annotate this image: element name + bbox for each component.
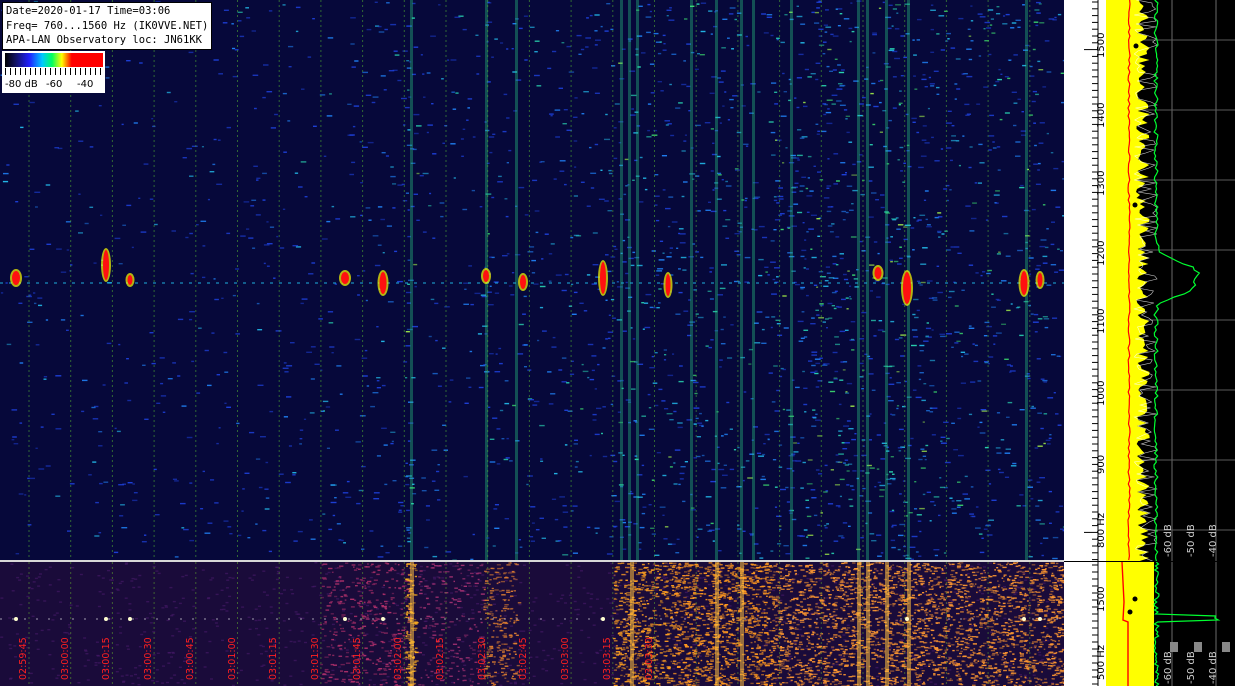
time-label: 03:03:00	[560, 637, 572, 680]
time-label: 03:01:45	[351, 637, 363, 680]
carrier-line	[515, 0, 518, 561]
spectrum-marker-low	[1132, 596, 1138, 602]
meteor-echo-low	[343, 617, 347, 621]
carrier-line-low	[740, 562, 744, 686]
carrier-line	[410, 0, 413, 561]
carrier-line-low	[410, 562, 414, 686]
carrier-line-low	[630, 562, 634, 686]
time-label: 03:02:45	[518, 637, 530, 680]
meteor-echo-low	[1038, 617, 1042, 621]
db-label-low: -40 dB	[1208, 651, 1219, 684]
waterfall-low-canvas	[0, 562, 1064, 686]
info-frequency: Freq= 760...1560 Hz (IK0VVE.NET)	[6, 19, 209, 32]
carrier-line	[857, 0, 860, 561]
carrier-line-low	[857, 562, 861, 686]
db-label-top: -60 dB	[1163, 524, 1174, 557]
meteor-echo	[600, 262, 606, 294]
db-label-top: -40 dB	[1208, 524, 1219, 557]
time-label: 03:02:00	[393, 637, 405, 680]
meteor-echo	[12, 271, 20, 285]
db-label-low: -50 dB	[1186, 651, 1197, 684]
meteor-echo	[1020, 271, 1028, 295]
carrier-line	[690, 0, 693, 561]
meteor-echo-low	[14, 617, 18, 621]
carrier-line	[885, 0, 888, 561]
meteor-echo-low	[104, 617, 108, 621]
spectrum-fill	[1106, 0, 1150, 561]
meteor-echo	[341, 272, 349, 284]
color-scale-ticks	[5, 68, 103, 75]
spectrum-top	[1106, 0, 1235, 561]
time-label: 03:00:00	[59, 637, 71, 680]
legend-mid-label: -60	[46, 79, 63, 90]
carrier-line-low	[907, 562, 911, 686]
meteor-echo	[1037, 273, 1043, 287]
db-label-low: -60 dB	[1163, 651, 1174, 684]
carrier-line-low	[715, 562, 719, 686]
info-location: APA-LAN Observatory loc: JN61KK	[6, 34, 202, 46]
spectrum-fill-low	[1106, 562, 1154, 686]
legend-min-label: -80 dB	[5, 79, 38, 90]
db-label-top: -50 dB	[1186, 524, 1197, 557]
spectrum-top-plot	[1106, 0, 1235, 561]
meteor-echo-low	[905, 617, 909, 621]
info-date-time: Date=2020-01-17 Time=03:06	[6, 5, 171, 17]
time-label: 03:03:15	[601, 637, 613, 680]
carrier-line-low	[866, 562, 870, 686]
meteor-echo-low	[1022, 617, 1026, 621]
spectrum-marker	[1132, 202, 1138, 208]
waterfall-main-canvas	[0, 0, 1064, 561]
time-label: 03:02:15	[435, 637, 446, 680]
meteor-echo	[103, 250, 109, 280]
meteor-echo	[665, 274, 671, 296]
time-label: 03:01:15	[268, 637, 280, 680]
meteor-echo	[874, 267, 882, 279]
carrier-line	[636, 0, 639, 561]
carrier-line	[715, 0, 718, 561]
waterfall-low	[0, 562, 1064, 686]
time-label: 02:59:45	[18, 637, 29, 680]
carrier-line	[628, 0, 631, 561]
meteor-echo	[379, 272, 387, 294]
color-legend: -80 dB -60 -40	[2, 51, 105, 93]
freq-scale-top	[1064, 0, 1106, 561]
freq-scale-top-ticks	[1084, 0, 1099, 561]
time-label: 03:00:15	[101, 637, 113, 680]
carrier-line	[752, 0, 755, 561]
meteor-echo	[520, 275, 526, 289]
spectrum-marker	[1133, 43, 1139, 49]
meteor-echo	[483, 270, 489, 282]
time-label: 03:01:30	[309, 637, 321, 680]
meteor-echo-low	[601, 617, 605, 621]
time-label: 03:02:30	[476, 637, 488, 680]
carrier-line	[620, 0, 623, 561]
carrier-line	[866, 0, 869, 561]
carrier-line	[740, 0, 743, 561]
info-box: Date=2020-01-17 Time=03:06 Freq= 760...1…	[2, 2, 213, 50]
meteor-echo-low	[128, 617, 132, 621]
spectrum-avg-trace	[1153, 0, 1201, 561]
spectrum-block-low	[1222, 642, 1230, 652]
time-label: 03:03:30	[643, 637, 655, 680]
carrier-line	[790, 0, 793, 561]
carrier-line-low	[885, 562, 889, 686]
time-label: 03:00:30	[143, 637, 155, 680]
meteor-echo-low	[381, 617, 385, 621]
color-scale-bar	[5, 53, 103, 67]
legend-max-label: -40	[77, 79, 94, 90]
time-label: 03:00:45	[184, 637, 196, 680]
spectrum-marker-low	[1127, 609, 1133, 615]
meteor-echo	[903, 272, 911, 304]
waterfall-main	[0, 0, 1064, 561]
meteor-echo	[127, 275, 133, 285]
time-label: 03:01:00	[226, 637, 238, 680]
